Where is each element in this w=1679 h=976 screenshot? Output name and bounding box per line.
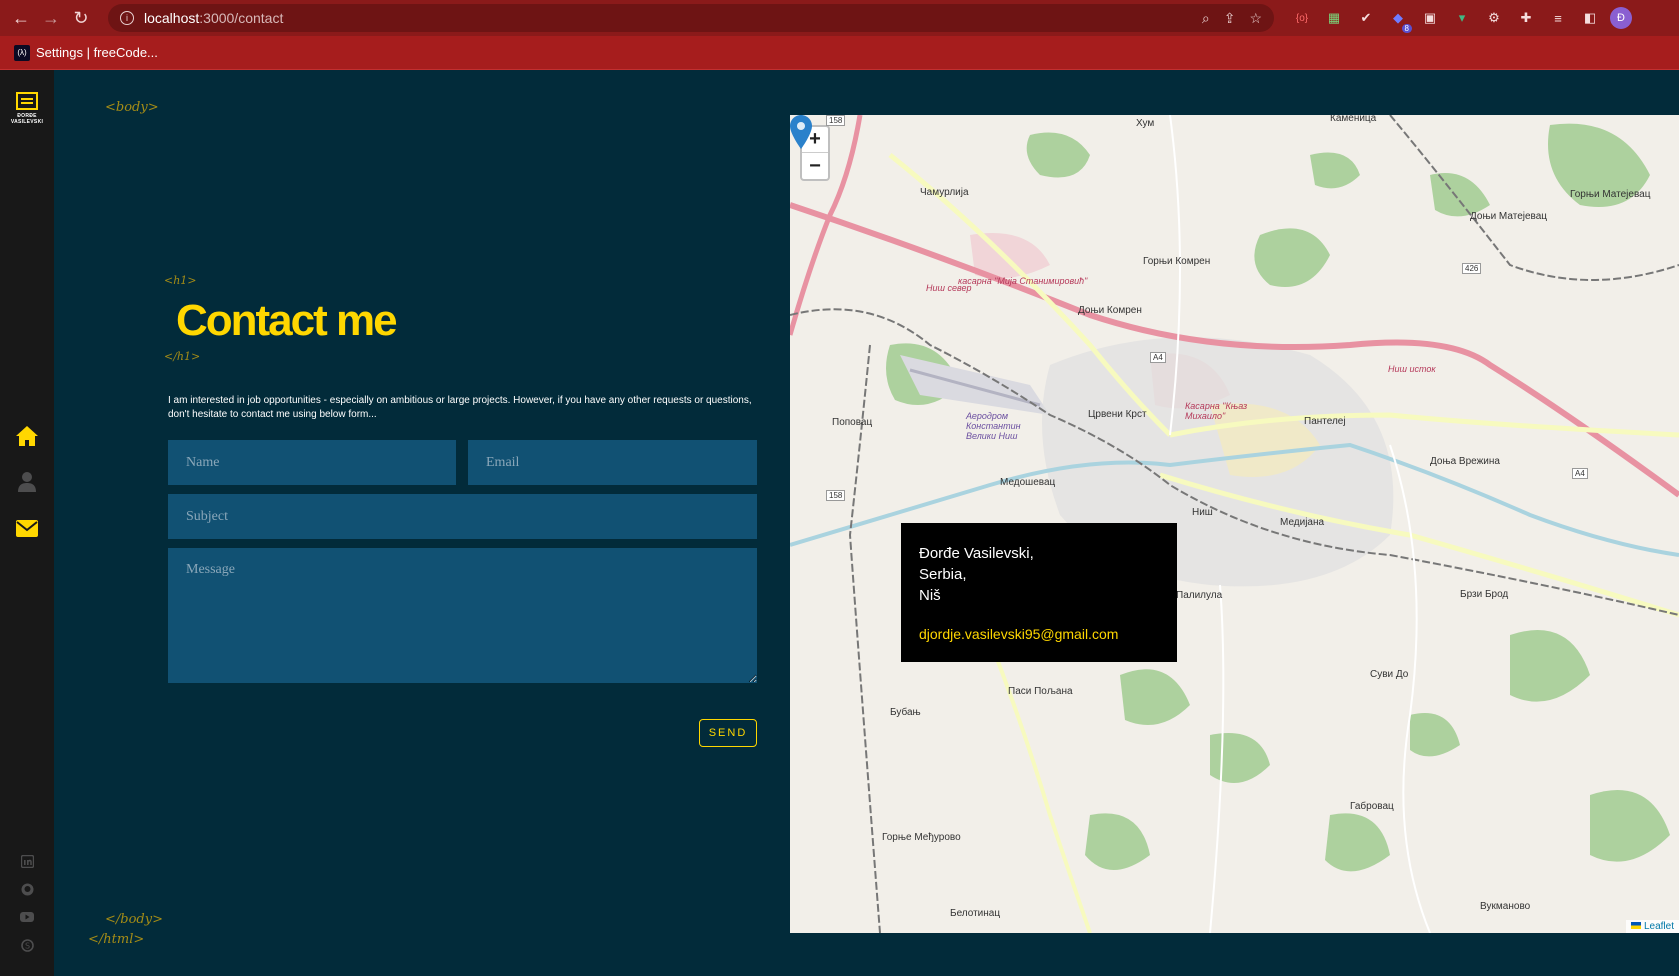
url-path: :3000/contact	[199, 10, 284, 26]
map-attribution[interactable]: Leaflet	[1625, 920, 1679, 933]
bookmarks-bar: (λ) Settings | freeCode...	[0, 36, 1679, 70]
h1-close-tag: </h1>	[164, 350, 201, 363]
freecodecamp-icon: (λ)	[14, 44, 30, 61]
back-icon[interactable]: ←	[6, 3, 36, 33]
map-marker-icon[interactable]	[790, 115, 812, 149]
place-label: Касарна "Књаз Михаило"	[1185, 401, 1248, 421]
badge-extension-icon[interactable]: ◆ 8	[1386, 6, 1412, 33]
envelope-icon[interactable]	[14, 515, 40, 541]
user-icon[interactable]	[14, 469, 40, 495]
place-label: Горње Међурово	[882, 832, 961, 843]
name-input[interactable]	[168, 440, 456, 485]
forward-icon[interactable]: →	[36, 3, 66, 33]
site-logo[interactable]: ĐORĐE VASILEVSKI	[8, 92, 46, 125]
zoom-out-button[interactable]: −	[802, 153, 828, 179]
send-button[interactable]: SEND	[699, 719, 757, 747]
bookmark-star-icon[interactable]: ☆	[1249, 10, 1262, 27]
bookmark-label: Settings | freeCode...	[36, 45, 158, 60]
place-label: Паси Пољана	[1008, 686, 1073, 697]
place-label: Горњи Матејевац	[1570, 189, 1651, 200]
share-icon[interactable]: ⇪	[1224, 10, 1236, 27]
place-label: Доњи Матејевац	[1470, 211, 1548, 222]
place-label: Вукманово	[1480, 901, 1531, 912]
place-label: Ниш	[1192, 507, 1213, 518]
place-label: Доњи Комрен	[1078, 305, 1142, 316]
ukraine-flag-icon	[1630, 922, 1641, 929]
body-open-tag: <body>	[105, 100, 159, 115]
place-label: Медијана	[1280, 517, 1325, 528]
place-label: Црвени Крст	[1088, 409, 1147, 420]
message-textarea[interactable]	[168, 548, 757, 683]
road-shield: 158	[826, 490, 846, 501]
place-label: Ниш север	[926, 283, 972, 293]
place-label: Поповац	[832, 417, 873, 428]
road-shield: 158	[826, 115, 846, 126]
info-popup: Đorđe Vasilevski, Serbia, Niš djordje.va…	[901, 523, 1177, 662]
zoom-icon[interactable]: ⌕	[1202, 10, 1210, 27]
place-label: Доња Врежина	[1430, 456, 1500, 467]
place-label: Аеродром Константин Велики Ниш	[966, 411, 1021, 441]
side-panel-icon[interactable]: ◧	[1578, 6, 1602, 30]
svg-text:S: S	[24, 941, 29, 950]
place-label: Горњи Комрен	[1143, 256, 1211, 267]
place-label: Суви До	[1370, 669, 1409, 680]
popup-city: Niš	[919, 587, 941, 604]
logo-name-line2: VASILEVSKI	[10, 119, 44, 125]
github-icon[interactable]	[20, 882, 34, 896]
place-label: Габровац	[1350, 801, 1394, 812]
popup-email[interactable]: djordje.vasilevski95@gmail.com	[919, 624, 1159, 645]
road-shield: A4	[1150, 352, 1166, 363]
attribution-label: Leaflet	[1643, 921, 1674, 932]
place-label: Брзи Брод	[1460, 589, 1509, 600]
picture-extension-icon[interactable]: ▣	[1418, 6, 1442, 30]
h1-open-tag: <h1>	[164, 274, 197, 287]
place-label: Хум	[1136, 118, 1155, 129]
html-close-tag: </html>	[88, 932, 145, 947]
place-label: Ниш исток	[1388, 364, 1436, 374]
site-info-icon[interactable]: i	[120, 11, 134, 25]
extensions-puzzle-icon[interactable]: ✚	[1514, 6, 1538, 30]
popup-name: Đorđe Vasilevski,	[919, 545, 1034, 562]
address-bar[interactable]: i localhost:3000/contact ⌕ ⇪ ☆	[108, 4, 1274, 32]
media-controls-icon[interactable]: ≡	[1546, 6, 1570, 30]
place-label: Палилула	[1176, 590, 1223, 601]
place-label: Чамурлија	[920, 187, 969, 198]
place-label: касарна "Мија Станимировић"	[958, 276, 1088, 286]
page-title: Contact me	[176, 296, 398, 345]
intro-text: I am interested in job opportunities - e…	[168, 395, 752, 420]
road-shield: 426	[1462, 263, 1482, 274]
url-host: localhost	[144, 10, 200, 26]
bookmark-freecodecamp[interactable]: (λ) Settings | freeCode...	[14, 44, 158, 61]
monitor-icon	[16, 92, 38, 110]
place-label: Пантелеј	[1304, 416, 1346, 427]
json-viewer-extension-icon[interactable]: {o}	[1290, 6, 1314, 30]
sheets-extension-icon[interactable]: ▦	[1322, 6, 1346, 30]
popup-country: Serbia,	[919, 566, 967, 583]
email-input[interactable]	[468, 440, 757, 485]
body-close-tag: </body>	[105, 912, 163, 927]
vue-extension-icon[interactable]: ▾	[1450, 6, 1474, 30]
place-label: Бубањ	[890, 707, 921, 718]
check-extension-icon[interactable]: ✔	[1354, 6, 1378, 30]
place-label: Медошевац	[1000, 477, 1056, 488]
subject-input[interactable]	[168, 494, 757, 539]
place-label: Белотинац	[950, 908, 1001, 919]
road-shield: A4	[1572, 468, 1588, 479]
reload-icon[interactable]: ↻	[66, 3, 96, 33]
linkedin-icon[interactable]	[20, 854, 34, 868]
skype-icon[interactable]: S	[20, 938, 34, 952]
place-label: Каменица	[1330, 115, 1377, 124]
sidebar: ĐORĐE VASILEVSKI S	[0, 70, 54, 976]
youtube-icon[interactable]	[20, 910, 34, 924]
browser-toolbar: ← → ↻ i localhost:3000/contact ⌕ ⇪ ☆ {o}…	[0, 0, 1679, 36]
home-icon[interactable]	[14, 423, 40, 449]
profile-avatar[interactable]: Đ	[1610, 7, 1632, 29]
settings-extension-icon[interactable]: ⚙	[1482, 6, 1506, 30]
